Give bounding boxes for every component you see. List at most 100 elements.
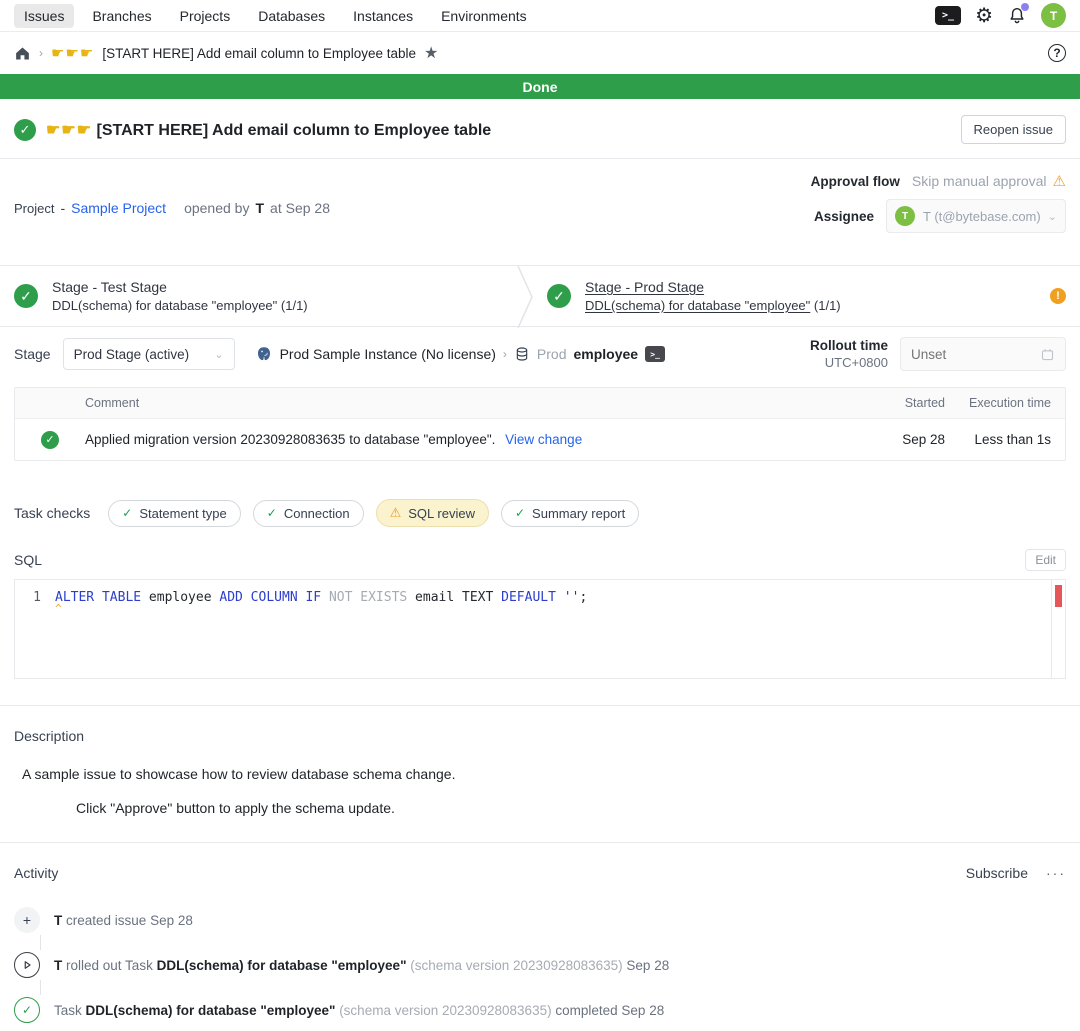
breadcrumb-title[interactable]: [START HERE] Add email column to Employe… — [102, 46, 416, 61]
stage-title: Stage - Test Stage — [52, 279, 308, 295]
reopen-issue-button[interactable]: Reopen issue — [961, 115, 1067, 144]
nav-item-instances[interactable]: Instances — [343, 4, 423, 28]
stage-subtitle-main[interactable]: DDL(schema) for database "employee" — [585, 298, 810, 313]
stage-subtitle[interactable]: DDL(schema) for database "employee" (1/1… — [585, 298, 841, 313]
database-icon — [514, 346, 530, 362]
stage-selector-row: Stage Prod Stage (active) ⌄ Prod Sample … — [0, 327, 1080, 377]
star-icon[interactable]: ★ — [424, 43, 438, 63]
activity-text: T rolled out Task DDL(schema) for databa… — [54, 958, 669, 973]
issue-meta: Project - Sample Project opened by T at … — [0, 159, 1080, 247]
sql-editor-body[interactable]: 1ALTER TABLE employee ADD COLUMN IF NOT … — [15, 580, 1051, 678]
assignee-value: T (t@bytebase.com) — [923, 209, 1040, 224]
sql-token: ; — [579, 589, 587, 607]
task-checks: Task checks ✓ Statement type ✓ Connectio… — [0, 461, 1080, 527]
notification-bell-icon[interactable] — [1007, 6, 1027, 26]
activity-action: rolled out Task — [66, 958, 153, 973]
instance-name[interactable]: Prod Sample Instance (No license) — [280, 346, 496, 362]
view-change-link[interactable]: View change — [505, 432, 582, 447]
col-execution-time: Execution time — [959, 396, 1065, 410]
check-pill-sql-review[interactable]: ⚠ SQL review — [376, 499, 489, 527]
col-comment: Comment — [85, 396, 879, 410]
task-checks-label: Task checks — [14, 505, 90, 521]
sql-editor-terminal-icon[interactable]: >_ — [935, 6, 961, 25]
gear-icon[interactable]: ⚙ — [975, 6, 993, 26]
sql-token: TEXT — [462, 589, 501, 607]
project-label: Project — [14, 201, 54, 216]
help-icon[interactable]: ? — [1048, 44, 1066, 62]
stage-card-test[interactable]: ✓ Stage - Test Stage DDL(schema) for dat… — [0, 266, 517, 326]
activity-prefix: Task — [54, 1003, 82, 1018]
opened-by-user: T — [255, 200, 264, 216]
rollout-time: Rollout time UTC+0800 — [810, 337, 1066, 371]
stage-select-value: Prod Stage (active) — [74, 347, 207, 362]
stage-card-prod[interactable]: ✓ Stage - Prod Stage DDL(schema) for dat… — [533, 266, 1050, 326]
check-pill-label: Connection — [284, 506, 350, 521]
assignee-select[interactable]: T T (t@bytebase.com) ⌄ — [886, 199, 1066, 233]
stage-subtitle-main: DDL(schema) for database "employee" — [52, 298, 277, 313]
breadcrumb: › ☛☛☛ [START HERE] Add email column to E… — [0, 32, 1080, 74]
sql-editor[interactable]: 1ALTER TABLE employee ADD COLUMN IF NOT … — [14, 579, 1066, 679]
completed-check-icon: ✓ — [14, 997, 40, 1023]
sql-token: IF — [305, 589, 328, 607]
nav-item-issues[interactable]: Issues — [14, 4, 74, 28]
check-pill-connection[interactable]: ✓ Connection — [253, 500, 364, 527]
sql-token: DEFAULT — [501, 589, 564, 607]
home-icon[interactable] — [14, 45, 31, 62]
nav-item-databases[interactable]: Databases — [248, 4, 335, 28]
nav-item-environments[interactable]: Environments — [431, 4, 537, 28]
activity-action: created issue — [66, 913, 146, 928]
check-pill-summary-report[interactable]: ✓ Summary report — [501, 500, 639, 527]
issue-title-text: [START HERE] Add email column to Employe… — [96, 122, 491, 139]
editor-scrollbar[interactable] — [1051, 580, 1065, 678]
activity-header: Activity Subscribe ··· — [0, 843, 1080, 881]
meta-right: Approval flow Skip manual approval ⚠ Ass… — [686, 173, 1066, 233]
stage-subtitle-suffix: (1/1) — [277, 298, 307, 313]
check-success-icon: ✓ — [267, 506, 277, 520]
row-success-check-icon: ✓ — [41, 431, 59, 449]
activity-task: DDL(schema) for database "employee" — [86, 1003, 336, 1018]
database-name[interactable]: employee — [574, 346, 639, 362]
edit-sql-button[interactable]: Edit — [1025, 549, 1066, 571]
row-comment: Applied migration version 20230928083635… — [85, 432, 879, 447]
nav-items: Issues Branches Projects Databases Insta… — [14, 4, 537, 28]
description-section: Description A sample issue to showcase h… — [0, 706, 1080, 842]
user-avatar[interactable]: T — [1041, 3, 1066, 28]
assignee-avatar: T — [895, 206, 915, 226]
stage-done-check-icon: ✓ — [14, 284, 38, 308]
line-number: 1 — [15, 589, 55, 607]
subscribe-button[interactable]: Subscribe — [966, 865, 1028, 881]
sql-token: ADD COLUMN — [219, 589, 305, 607]
open-sql-editor-icon[interactable]: >_ — [645, 346, 665, 362]
stage-select[interactable]: Prod Stage (active) ⌄ — [63, 338, 235, 370]
activity-action: completed — [555, 1003, 617, 1018]
rollout-time-input[interactable] — [911, 347, 1032, 362]
project-link[interactable]: Sample Project — [71, 200, 166, 216]
nav-item-projects[interactable]: Projects — [170, 4, 241, 28]
project-line: Project - Sample Project opened by T at … — [14, 173, 330, 233]
activity-text: T created issue Sep 28 — [54, 913, 193, 928]
migration-comment: Applied migration version 20230928083635… — [85, 432, 495, 447]
database-environment: Prod — [537, 346, 567, 362]
task-comment-table: Comment Started Execution time ✓ Applied… — [14, 387, 1066, 461]
error-marker — [1055, 585, 1062, 607]
timeline-connector — [40, 980, 41, 995]
stage-texts: Stage - Prod Stage DDL(schema) for datab… — [585, 279, 841, 313]
activity-label: Activity — [14, 865, 58, 881]
warning-triangle-icon[interactable]: ⚠ — [1053, 174, 1066, 189]
stage-alert-icon[interactable]: ! — [1050, 288, 1066, 304]
rollout-time-input-wrap — [900, 337, 1066, 371]
check-pill-label: Summary report — [532, 506, 625, 521]
opened-by-prefix: opened by — [184, 200, 249, 216]
description-text: Click "Approve" button to apply the sche… — [76, 800, 1066, 816]
approval-flow-value: Skip manual approval ⚠ — [912, 173, 1066, 189]
sql-label: SQL — [14, 552, 42, 568]
chevron-down-icon: ⌄ — [214, 348, 223, 361]
check-warning-icon: ⚠ — [390, 505, 402, 521]
stage-title[interactable]: Stage - Prod Stage — [585, 279, 841, 295]
more-menu-icon[interactable]: ··· — [1046, 865, 1066, 881]
activity-version: (schema version 20230928083635) — [410, 958, 622, 973]
description-text: A sample issue to showcase how to review… — [22, 766, 1066, 782]
check-pill-statement-type[interactable]: ✓ Statement type — [108, 500, 241, 527]
nav-item-branches[interactable]: Branches — [82, 4, 161, 28]
breadcrumb-chevron-icon: › — [39, 46, 43, 60]
